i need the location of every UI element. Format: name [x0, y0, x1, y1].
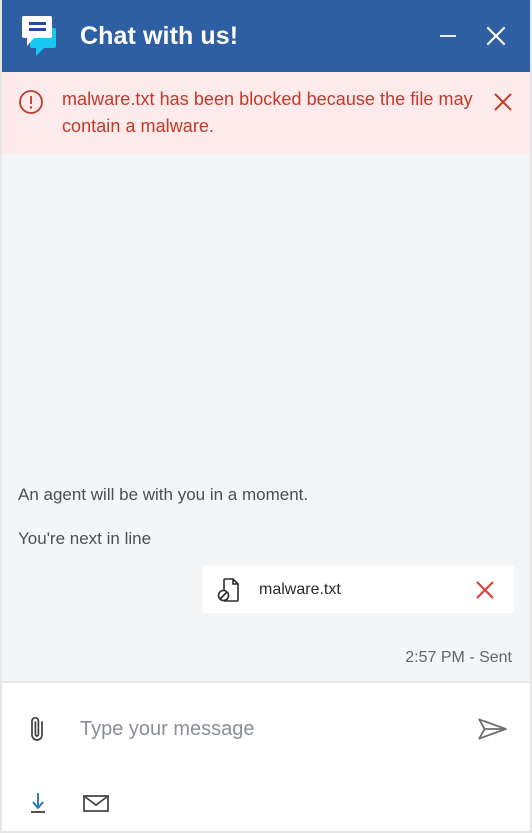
message-list: An agent will be with you in a moment. Y… — [2, 154, 530, 683]
chat-widget: Chat with us! malware.txt has been block… — [0, 0, 532, 833]
system-message: An agent will be with you in a moment. — [18, 485, 309, 504]
malware-alert-banner: malware.txt has been blocked because the… — [2, 72, 530, 154]
email-transcript-icon[interactable] — [78, 785, 114, 821]
attachment-remove-icon[interactable] — [472, 577, 498, 603]
attachment-file-name: malware.txt — [259, 580, 341, 598]
message-composer — [2, 683, 530, 775]
minimize-icon[interactable] — [428, 16, 468, 56]
chat-header: Chat with us! — [2, 0, 530, 72]
alert-circle-icon — [18, 89, 44, 115]
alert-message: malware.txt has been blocked because the… — [62, 89, 473, 136]
page-title: Chat with us! — [80, 21, 239, 50]
queue-status-message: You're next in line — [18, 529, 152, 548]
paperclip-icon[interactable] — [20, 709, 54, 749]
attachment-card[interactable]: malware.txt — [203, 566, 514, 613]
message-status: 2:57 PM - Sent — [405, 649, 512, 666]
transcript-toolbar — [2, 775, 530, 831]
download-transcript-icon[interactable] — [20, 785, 56, 821]
attachment-row: malware.txt — [18, 566, 514, 613]
send-paper-plane-icon[interactable] — [472, 709, 512, 749]
close-icon[interactable] — [476, 16, 516, 56]
search-input[interactable] — [78, 716, 472, 742]
chat-bubbles-icon — [18, 14, 66, 58]
blocked-file-icon — [217, 577, 241, 603]
alert-close-icon[interactable] — [488, 87, 518, 117]
